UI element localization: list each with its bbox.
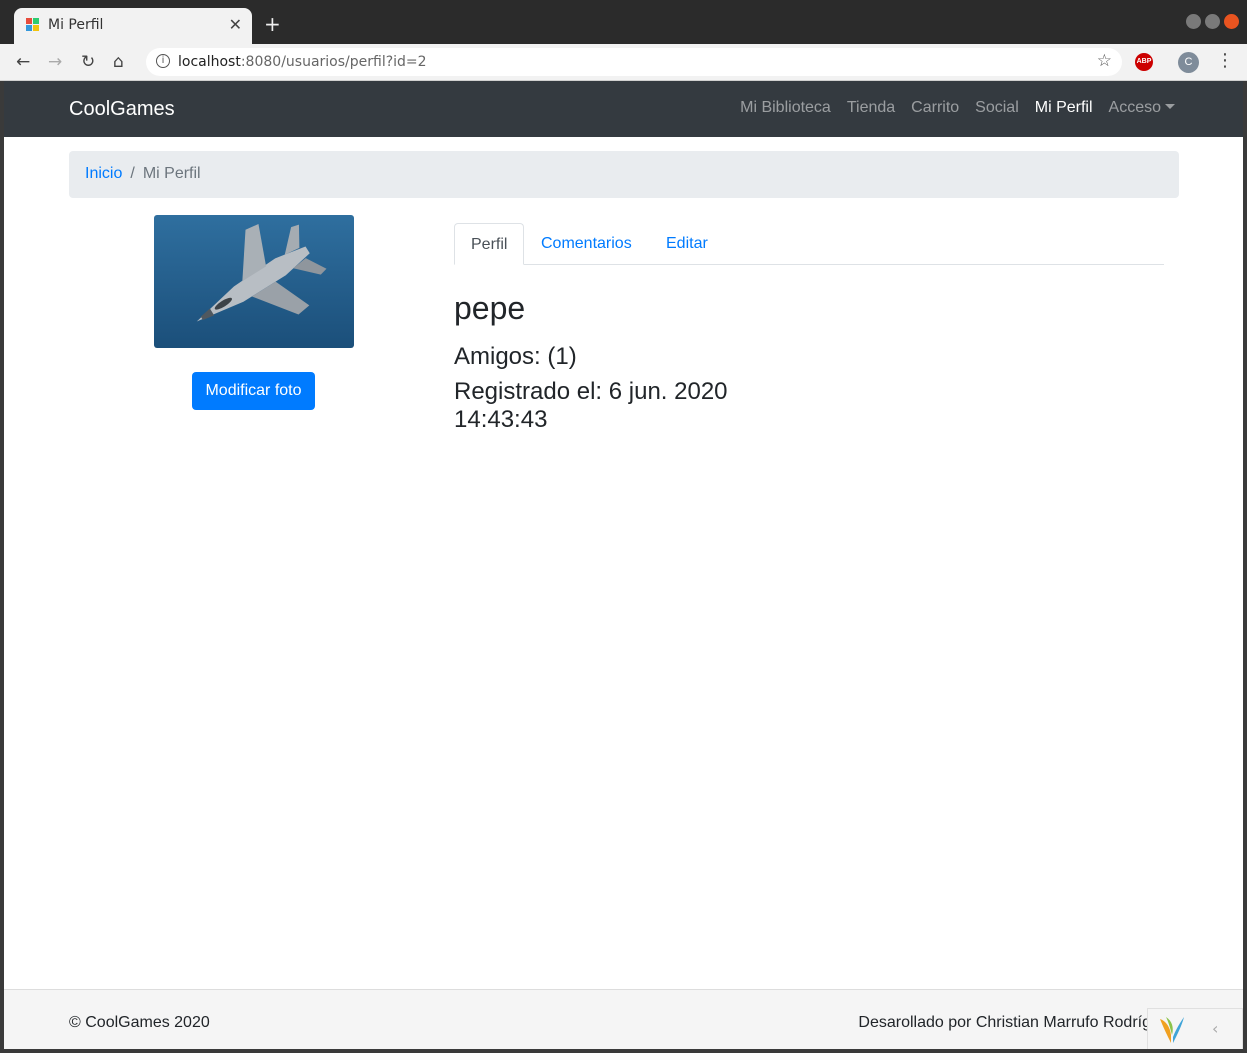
- nav-carrito[interactable]: Carrito: [911, 99, 959, 117]
- breadcrumb-current: Mi Perfil: [142, 165, 201, 182]
- nav-tienda[interactable]: Tienda: [847, 99, 895, 117]
- tab-perfil[interactable]: Perfil: [454, 223, 525, 265]
- browser-titlebar: Mi Perfil ✕ +: [0, 0, 1247, 44]
- breadcrumb: Inicio / Mi Perfil: [69, 151, 1179, 198]
- menu-icon[interactable]: ⋮: [1216, 50, 1234, 71]
- profile-tabs: Perfil Comentarios Editar: [454, 223, 1164, 265]
- navbar: CoolGames Mi Biblioteca Tienda Carrito S…: [4, 81, 1243, 137]
- brand-link[interactable]: CoolGames: [69, 98, 175, 121]
- forward-icon[interactable]: →: [48, 52, 62, 72]
- favicon-icon: [26, 18, 40, 32]
- nav-links: Mi Biblioteca Tienda Carrito Social Mi P…: [740, 99, 1175, 117]
- browser-toolbar: ← → ↻ ⌂ i localhost:8080/usuarios/perfil…: [0, 44, 1247, 81]
- footer: © CoolGames 2020 Desarollado por Christi…: [4, 989, 1243, 1049]
- breadcrumb-separator: /: [130, 165, 135, 182]
- back-icon[interactable]: ←: [16, 52, 30, 72]
- yii-logo-icon: [1160, 1017, 1184, 1043]
- acceso-label: Acceso: [1108, 99, 1161, 116]
- info-icon[interactable]: i: [156, 54, 170, 68]
- caret-down-icon: [1165, 104, 1175, 109]
- profile-avatar[interactable]: C: [1178, 52, 1199, 73]
- address-bar[interactable]: i localhost:8080/usuarios/perfil?id=2 ☆: [146, 48, 1122, 76]
- nav-social[interactable]: Social: [975, 99, 1019, 117]
- credits-text: Desarollado por Christian Marrufo Rodríg: [858, 1014, 1151, 1031]
- nav-acceso-dropdown[interactable]: Acceso: [1109, 99, 1175, 117]
- tab-title: Mi Perfil: [48, 17, 104, 33]
- browser-tab[interactable]: Mi Perfil ✕: [14, 8, 252, 44]
- page: CoolGames Mi Biblioteca Tienda Carrito S…: [4, 81, 1243, 1049]
- close-tab-icon[interactable]: ✕: [229, 15, 242, 34]
- tab-comentarios[interactable]: Comentarios: [525, 223, 648, 265]
- window-controls: [1186, 14, 1239, 29]
- maximize-button[interactable]: [1205, 14, 1220, 29]
- adblock-icon[interactable]: ABP: [1135, 53, 1153, 71]
- tab-editar[interactable]: Editar: [650, 223, 724, 265]
- breadcrumb-home[interactable]: Inicio: [85, 165, 122, 182]
- url-host: localhost: [178, 54, 241, 70]
- nav-mi-perfil[interactable]: Mi Perfil: [1035, 99, 1093, 117]
- reload-icon[interactable]: ↻: [81, 52, 95, 72]
- chevron-left-icon[interactable]: ‹: [1212, 1019, 1218, 1038]
- copyright-text: © CoolGames 2020: [69, 1014, 210, 1031]
- username-heading: pepe: [454, 290, 526, 326]
- friends-count: Amigos: (1): [454, 343, 577, 370]
- debug-toolbar[interactable]: ‹: [1147, 1008, 1243, 1049]
- nav-mi-biblioteca[interactable]: Mi Biblioteca: [740, 99, 831, 117]
- modify-photo-button[interactable]: Modificar foto: [192, 372, 315, 410]
- registration-date: Registrado el: 6 jun. 2020 14:43:43: [454, 378, 728, 433]
- close-window-button[interactable]: [1224, 14, 1239, 29]
- profile-photo: [154, 215, 354, 348]
- bookmark-star-icon[interactable]: ☆: [1097, 51, 1112, 71]
- url-text[interactable]: localhost:8080/usuarios/perfil?id=2: [178, 54, 427, 70]
- minimize-button[interactable]: [1186, 14, 1201, 29]
- new-tab-button[interactable]: +: [264, 12, 281, 36]
- url-path: :8080/usuarios/perfil?id=2: [240, 54, 427, 70]
- home-icon[interactable]: ⌂: [113, 52, 124, 72]
